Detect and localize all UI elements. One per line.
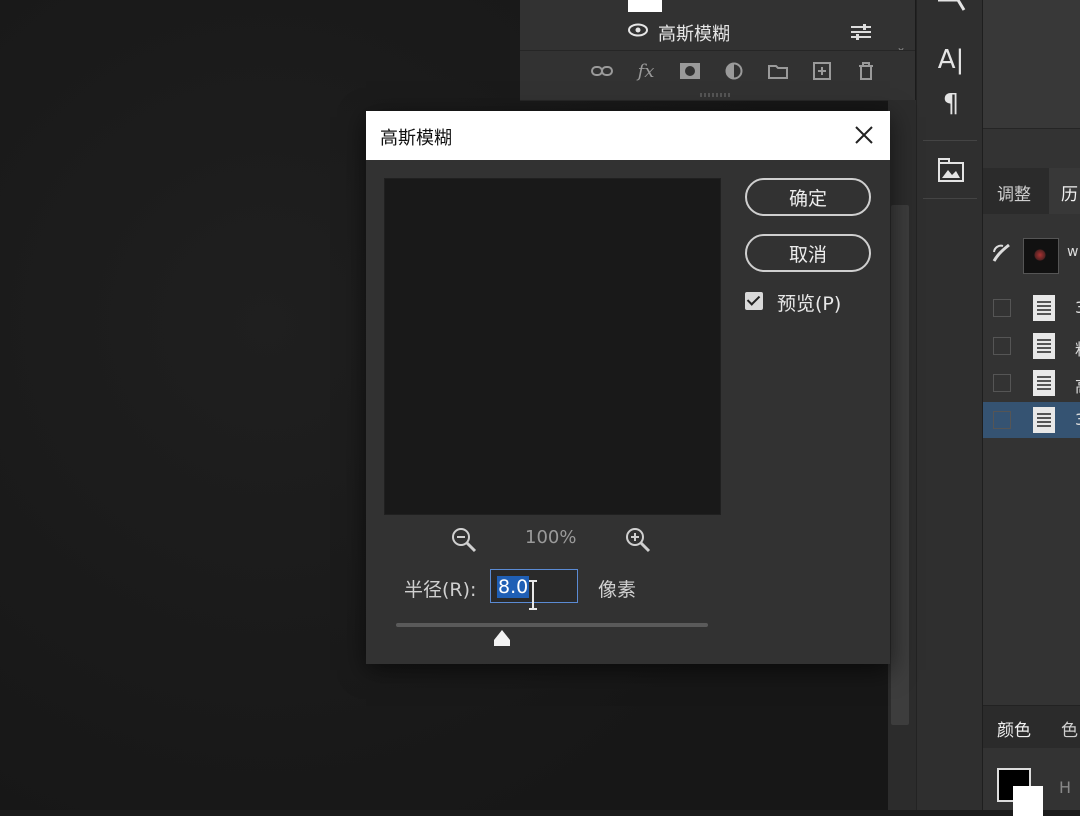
history-brush-icon[interactable] (991, 242, 1013, 264)
dialog-title: 高斯模糊 (380, 128, 452, 149)
tab-history[interactable]: 历 (1061, 180, 1078, 205)
ok-button[interactable]: 确定 (745, 178, 871, 216)
chevron-down-icon[interactable]: ⌄ (896, 40, 906, 54)
eye-icon[interactable] (628, 23, 648, 37)
history-checkbox[interactable] (993, 411, 1011, 429)
properties-panel (983, 0, 1080, 129)
radius-label: 半径(R): (404, 579, 477, 601)
cancel-button[interactable]: 取消 (745, 234, 871, 272)
text-cursor-icon (529, 580, 537, 610)
image-panel-icon[interactable] (931, 150, 971, 190)
document-icon (1033, 407, 1055, 433)
layer-row-gaussian[interactable]: 高斯模糊 ⌄ (520, 14, 915, 54)
history-checkbox[interactable] (993, 337, 1011, 355)
link-layers-icon[interactable] (580, 58, 624, 84)
divider (520, 50, 915, 51)
fx-icon[interactable]: fx (624, 58, 668, 84)
zoom-level: 100% (525, 527, 577, 548)
preview-label[interactable]: 预览(P) (777, 289, 841, 316)
radius-slider-track[interactable] (396, 623, 708, 627)
history-item[interactable]: 粘 (983, 328, 1080, 364)
history-item-label: 高 (1075, 373, 1080, 397)
history-checkbox[interactable] (993, 374, 1011, 392)
history-item-label: 粘 (1075, 336, 1080, 360)
radius-input[interactable]: 8.0 (490, 569, 578, 610)
radius-value: 8.0 (497, 576, 530, 598)
trash-icon[interactable] (844, 58, 888, 84)
new-layer-icon[interactable] (800, 58, 844, 84)
zoom-out-icon[interactable] (450, 526, 478, 554)
history-item[interactable]: 3 (983, 290, 1080, 326)
panel-gripper[interactable] (700, 93, 732, 97)
right-panels: 调整 历 w 3 粘 高 3 颜色 色 H (982, 0, 1080, 816)
radius-slider-thumb[interactable] (493, 629, 511, 647)
hue-label: H (1059, 778, 1072, 797)
snapshot-thumbnail (1023, 238, 1059, 274)
layer-mask-icon[interactable] (668, 58, 712, 84)
unit-label: 像素 (598, 579, 637, 601)
gaussian-blur-dialog: 高斯模糊 100% 确定 取消 预览(P) 半径(R): 8.0 像素 (366, 111, 890, 664)
history-snapshot[interactable]: w (983, 230, 1080, 282)
tab-adjustments[interactable]: 调整 (997, 180, 1031, 205)
history-item-label: 3 (1075, 410, 1080, 429)
layers-footer-toolbar: fx (580, 58, 888, 84)
close-button[interactable] (846, 119, 882, 151)
scrollbar-thumb[interactable] (891, 205, 909, 725)
paragraph-panel-icon[interactable]: ¶ (931, 84, 971, 124)
character-panel-icon[interactable]: A| (931, 40, 971, 80)
history-item-selected[interactable]: 3 (983, 402, 1080, 438)
layers-panel: 高斯模糊 ⌄ fx (520, 0, 915, 101)
history-item-label: 3 (1075, 298, 1080, 317)
document-icon (1033, 333, 1055, 359)
filter-options-icon[interactable] (850, 24, 872, 40)
tab-color[interactable]: 颜色 (997, 716, 1031, 741)
divider (923, 140, 977, 141)
preview-area[interactable] (384, 178, 721, 515)
snapshot-label: w (1067, 244, 1079, 260)
close-icon[interactable] (854, 125, 874, 145)
panel-icon[interactable] (931, 0, 971, 26)
tab-swatches[interactable]: 色 (1061, 716, 1078, 741)
panel-tool-strip: A| ¶ (916, 0, 983, 810)
preview-checkbox[interactable] (745, 292, 763, 310)
adjustment-layer-icon[interactable] (712, 58, 756, 84)
history-checkbox[interactable] (993, 299, 1011, 317)
folder-icon[interactable] (756, 58, 800, 84)
zoom-in-icon[interactable] (624, 526, 652, 554)
dialog-titlebar[interactable]: 高斯模糊 (366, 111, 890, 160)
document-icon (1033, 295, 1055, 321)
history-item[interactable]: 高 (983, 365, 1080, 401)
layer-thumbnail[interactable] (628, 0, 662, 12)
divider (923, 198, 977, 199)
background-color-swatch[interactable] (1013, 786, 1043, 816)
layer-name: 高斯模糊 (658, 24, 730, 45)
document-icon (1033, 370, 1055, 396)
